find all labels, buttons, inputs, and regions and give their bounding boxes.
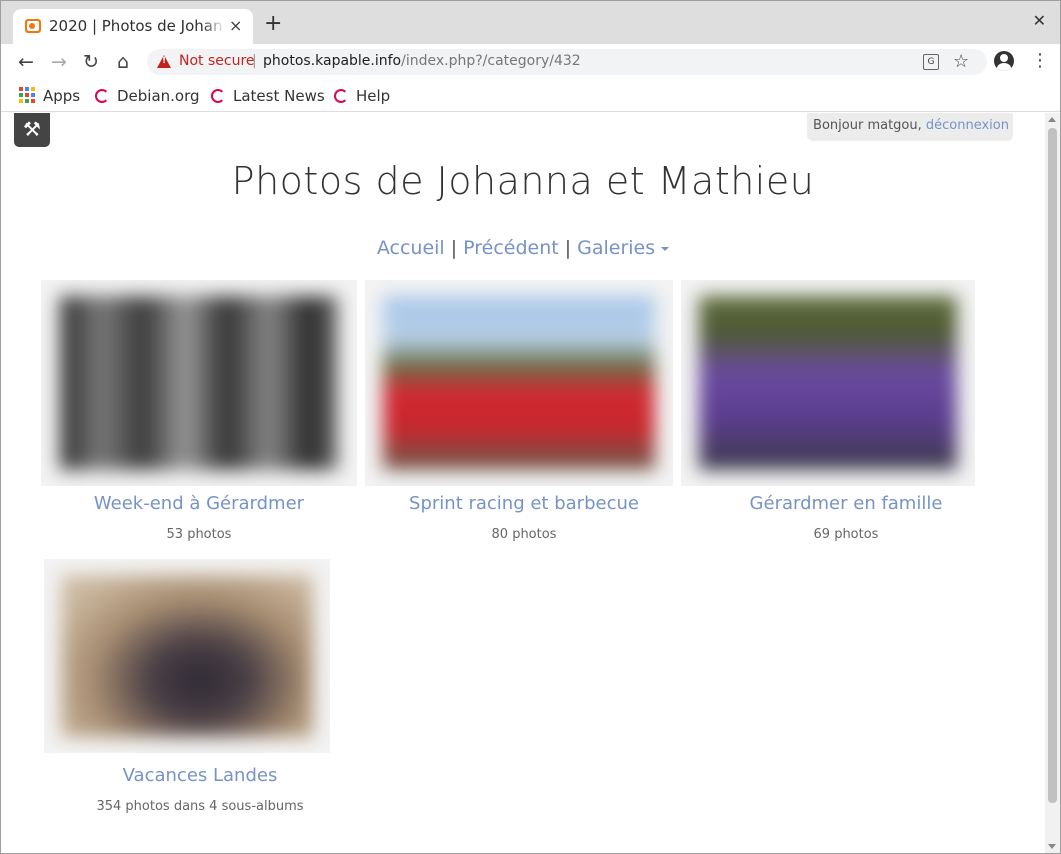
admin-tools-icon[interactable]: ⚒ [14, 113, 50, 147]
url-path: /index.php?/category/432 [401, 53, 581, 69]
breadcrumb-galleries-dropdown[interactable]: Galeries [577, 237, 655, 259]
album-thumbnail[interactable] [41, 280, 357, 486]
thumbnail-image [59, 296, 339, 470]
album-title[interactable]: Week-end à Gérardmer [41, 493, 357, 514]
window-close-button[interactable]: ✕ [1033, 11, 1046, 30]
reload-icon[interactable]: ↻ [80, 51, 102, 73]
camera-icon [25, 19, 41, 33]
album-thumbnail[interactable] [681, 280, 975, 486]
scroll-up-icon[interactable] [1048, 117, 1056, 122]
url-text[interactable]: photos.kapable.info/index.php?/category/… [263, 53, 581, 69]
tab-strip: 2020 | Photos de Johanna et Mathieu × + … [1, 1, 1060, 44]
vertical-scrollbar[interactable] [1045, 113, 1060, 853]
back-arrow-icon[interactable]: ← [15, 51, 37, 73]
debian-icon [211, 89, 225, 103]
thumbnail-image [383, 296, 655, 470]
breadcrumb-separator: | [450, 237, 458, 259]
new-tab-button[interactable]: + [264, 12, 282, 36]
debian-icon [95, 89, 109, 103]
album-title[interactable]: Gérardmer en famille [681, 493, 1011, 514]
thumbnail-image [61, 574, 313, 738]
forward-arrow-icon[interactable]: → [48, 51, 70, 73]
scroll-down-icon[interactable] [1048, 844, 1056, 849]
bookmark-debian[interactable]: Debian.org [95, 84, 200, 108]
bookmark-debian-label: Debian.org [117, 87, 200, 105]
breadcrumb-previous-link[interactable]: Précédent [463, 237, 559, 259]
tab-title-fade [203, 15, 225, 37]
browser-window: 2020 | Photos de Johanna et Mathieu × + … [0, 0, 1061, 854]
url-host: photos.kapable.info [263, 53, 402, 69]
bookmark-apps[interactable]: Apps [43, 84, 80, 108]
album-count: 69 photos [813, 527, 879, 542]
browser-toolbar: ← → ↻ ⌂ Not secure | photos.kapable.info… [1, 44, 1060, 80]
breadcrumb-separator: | [564, 237, 572, 259]
album-count: 354 photos dans 4 sous-albums [96, 799, 304, 814]
logout-link[interactable]: déconnexion [926, 118, 1009, 133]
scrollbar-thumb[interactable] [1048, 128, 1057, 803]
thumbnail-image [698, 296, 958, 470]
user-greeting: Bonjour matgou, déconnexion [807, 113, 1013, 141]
album-thumbnail[interactable] [44, 559, 330, 753]
profile-icon[interactable] [994, 51, 1014, 71]
apps-grid-icon [19, 87, 35, 103]
greeting-text: Bonjour matgou, [813, 118, 922, 133]
album-title[interactable]: Sprint racing et barbecue [365, 493, 683, 514]
bookmark-latest-news-label: Latest News [233, 87, 325, 105]
translate-icon[interactable]: G [923, 54, 939, 70]
warning-icon [157, 55, 171, 68]
site-title: Photos de Johanna et Mathieu [231, 159, 815, 203]
security-label[interactable]: Not secure [179, 53, 255, 69]
tab-title: 2020 | Photos de Johanna et Mathieu [49, 17, 223, 35]
debian-icon [334, 89, 348, 103]
kebab-menu-icon[interactable]: ⋮ [1031, 51, 1049, 71]
album-title[interactable]: Vacances Landes [44, 765, 356, 786]
bookmark-help[interactable]: Help [334, 84, 390, 108]
page-viewport: ⚒ Bonjour matgou, déconnexion Photos de … [1, 113, 1060, 853]
breadcrumb-home-link[interactable]: Accueil [377, 237, 445, 259]
album-count: 53 photos [166, 527, 232, 542]
home-icon[interactable]: ⌂ [112, 51, 134, 73]
album-thumbnail[interactable] [365, 280, 673, 486]
bookmark-help-label: Help [356, 87, 391, 105]
bookmark-latest-news[interactable]: Latest News [211, 84, 325, 108]
caret-down-icon[interactable] [661, 246, 670, 251]
bookmark-star-icon[interactable]: ☆ [953, 51, 969, 72]
album-count: 80 photos [491, 527, 557, 542]
address-separator: | [252, 53, 257, 69]
breadcrumb: Accueil | Précédent | Galeries [1, 237, 1045, 259]
tab-close-icon[interactable]: × [229, 15, 242, 37]
browser-tab[interactable]: 2020 | Photos de Johanna et Mathieu × [13, 9, 253, 44]
bookmarks-bar: Apps Debian.org Latest News Help [1, 80, 1060, 112]
address-bar[interactable]: Not secure | photos.kapable.info/index.p… [147, 49, 987, 75]
